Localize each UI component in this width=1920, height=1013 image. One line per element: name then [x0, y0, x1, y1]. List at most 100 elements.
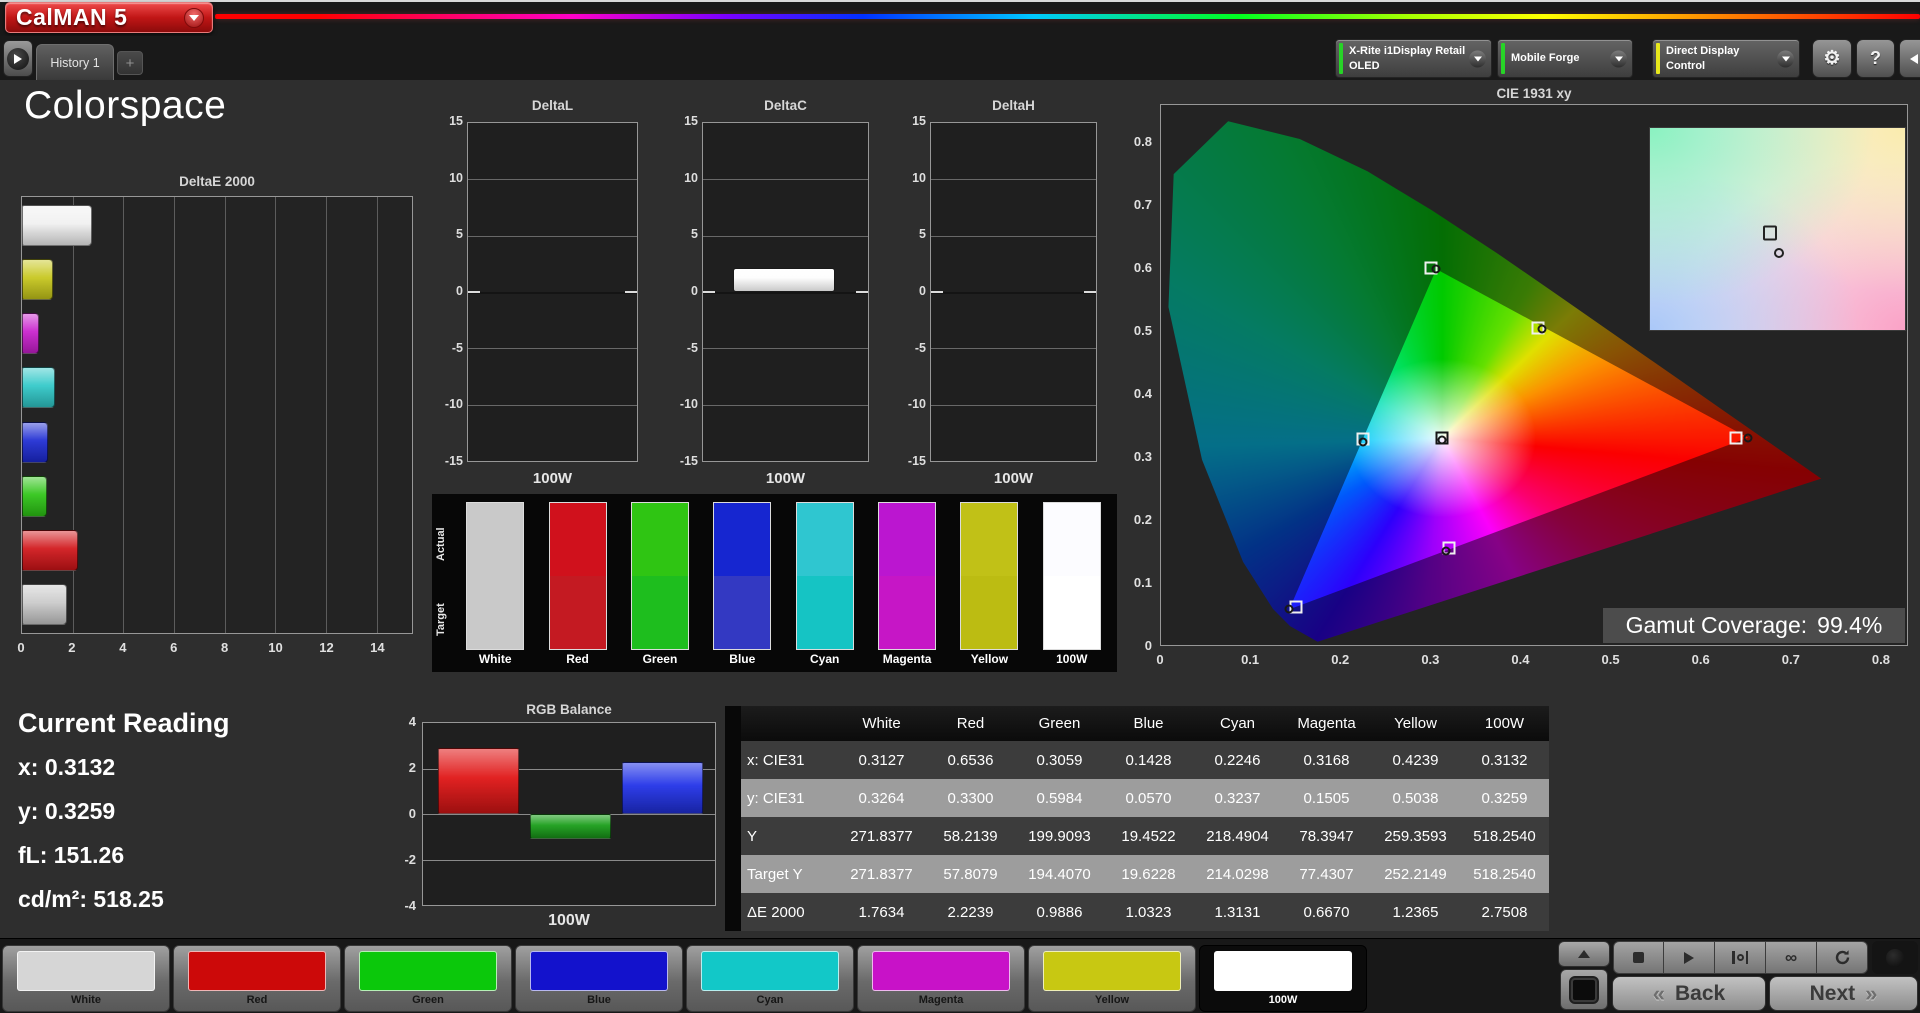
chevron-down-icon[interactable]: [184, 8, 204, 28]
gridline: [703, 348, 868, 350]
pattern-button-magenta[interactable]: Magenta: [857, 945, 1025, 1012]
column-header: Magenta: [1297, 715, 1356, 732]
gridline: [703, 292, 868, 294]
bar-row: [22, 421, 412, 463]
column-header: White: [862, 715, 901, 732]
swatch-label: Green: [642, 652, 678, 666]
table-cell: 0.1505: [1303, 789, 1350, 807]
pattern-panel-expand-button[interactable]: [1558, 941, 1610, 967]
delta-e-bar-yellow: [22, 259, 54, 301]
table-cell: 518.2540: [1473, 865, 1536, 883]
pattern-button-red[interactable]: Red: [173, 945, 341, 1012]
main-content: Colorspace DeltaE 2000 0 2 4 6 8 10 12 14 Delta…: [0, 80, 1920, 938]
actual-swatch: [631, 503, 688, 576]
row-label: x: CIE31: [747, 751, 805, 769]
table-cell: 194.4070: [1028, 865, 1091, 883]
pattern-button-green[interactable]: Green: [344, 945, 512, 1012]
continuous-measure-button[interactable]: ∞: [1766, 941, 1817, 974]
x-tick-label: 0.7: [1781, 652, 1800, 667]
chevron-left-icon: [1910, 53, 1918, 64]
pattern-button-yellow[interactable]: Yellow: [1028, 945, 1196, 1012]
chevrons-right-icon: »: [1865, 980, 1878, 1006]
cie-chart-title: CIE 1931 xy: [1496, 86, 1572, 101]
column-header: Red: [956, 715, 985, 732]
reading-x: x: 0.3132: [18, 754, 116, 780]
rgb-balance-title: RGB Balance: [526, 702, 612, 717]
delta-e-bar-red: [22, 529, 79, 571]
pattern-button-cyan[interactable]: Cyan: [686, 945, 854, 1012]
stop-button[interactable]: [1613, 941, 1664, 974]
plot-area: [930, 122, 1097, 462]
swatch: [548, 502, 607, 650]
y-tick-label: 5: [919, 227, 926, 242]
table-cell: 0.5038: [1392, 789, 1439, 807]
gamut-coverage-badge: Gamut Coverage: 99.4%: [1603, 608, 1905, 643]
table-row: Y 271.8377 58.2139 199.9093 19.4522 218.4904 7…: [741, 817, 1549, 855]
display-control-dropdown[interactable]: Direct Display Control: [1652, 39, 1800, 78]
tab-history[interactable]: History 1: [36, 44, 114, 80]
next-button[interactable]: Next »: [1769, 976, 1918, 1011]
y-tick-label: -10: [679, 397, 698, 412]
source-dropdown-label: Mobile Forge: [1511, 52, 1580, 65]
back-button[interactable]: « Back: [1612, 976, 1766, 1011]
target-swatch: [467, 576, 524, 649]
title-bar: CalMAN 5: [0, 0, 1920, 36]
inactive-control-button[interactable]: [1872, 941, 1918, 974]
swatch-label: Magenta: [882, 652, 932, 666]
cie-y-axis: 0 0.1 0.2 0.3 0.4 0.5 0.6 0.7 0.8: [1124, 104, 1156, 653]
x-tick-label: 0.2: [1331, 652, 1350, 667]
refresh-button[interactable]: [1817, 941, 1868, 974]
swatch-label: 100W: [1056, 652, 1088, 666]
gridline: [931, 235, 1096, 237]
calman-menu-button[interactable]: CalMAN 5: [5, 2, 213, 33]
target-swatch: [631, 576, 688, 649]
cie-measured-marker-green: [1431, 264, 1441, 274]
source-dropdown[interactable]: Mobile Forge: [1497, 39, 1633, 78]
table-cell: 1.3131: [1214, 903, 1261, 921]
delta-e-chart: [21, 196, 413, 634]
collapse-panel-button[interactable]: [1899, 39, 1920, 78]
meter-dropdown[interactable]: X-Rite i1Display Retail OLED: [1335, 39, 1492, 78]
target-label: Target: [435, 603, 447, 637]
table-cell: 0.2246: [1214, 751, 1261, 769]
gear-icon: ⚙: [1823, 48, 1841, 69]
gridline: [468, 179, 637, 181]
table-cell: 218.4904: [1206, 827, 1269, 845]
single-measure-button[interactable]: [1715, 941, 1766, 974]
y-tick-label: 0.3: [1133, 448, 1152, 464]
pattern-button-white[interactable]: White: [2, 945, 170, 1012]
table-cell: 0.6536: [947, 751, 994, 769]
add-tab-button[interactable]: +: [117, 51, 143, 75]
y-tick-label: -5: [914, 340, 926, 355]
x-tick-label: 0.3: [1421, 652, 1440, 667]
cie-measured-marker-magenta: [1441, 546, 1451, 555]
infinity-icon: ∞: [1784, 948, 1798, 967]
help-button[interactable]: ?: [1856, 39, 1895, 78]
x-tick-label: 0.1: [1241, 652, 1260, 667]
y-tick-label: -5: [451, 340, 463, 355]
x-tick-label: 0.8: [1871, 652, 1890, 667]
pattern-window-button[interactable]: [1560, 969, 1608, 1010]
y-tick-label: -10: [907, 397, 926, 412]
gridline: [703, 235, 868, 237]
tab-nav-button[interactable]: [3, 40, 33, 77]
measure-button[interactable]: [1664, 941, 1715, 974]
pattern-label: Cyan: [756, 994, 784, 1006]
delta-l-chart: DeltaL 100W 15 10 5 0 -5 -10 -15: [441, 98, 638, 502]
y-tick-label: -5: [686, 340, 698, 355]
pattern-label: 100W: [1268, 994, 1298, 1006]
pattern-button-blue[interactable]: Blue: [515, 945, 683, 1012]
swatch-column-green: Green: [630, 502, 689, 668]
y-tick-label: 10: [449, 170, 463, 185]
bar-row: [22, 367, 412, 409]
y-tick-label: 10: [912, 170, 926, 185]
gridline: [468, 235, 637, 237]
swatch: [878, 502, 937, 650]
settings-button[interactable]: ⚙: [1812, 39, 1852, 78]
pattern-button-100w[interactable]: 100W: [1199, 945, 1367, 1012]
column-header: Blue: [1133, 715, 1164, 732]
pattern-label: Blue: [587, 994, 611, 1006]
pattern-swatch: [1214, 951, 1352, 991]
cie-measured-marker-white: [1437, 435, 1447, 445]
calman-window: CalMAN 5 History 1 + X-Rite i1Display Re…: [0, 0, 1920, 1013]
